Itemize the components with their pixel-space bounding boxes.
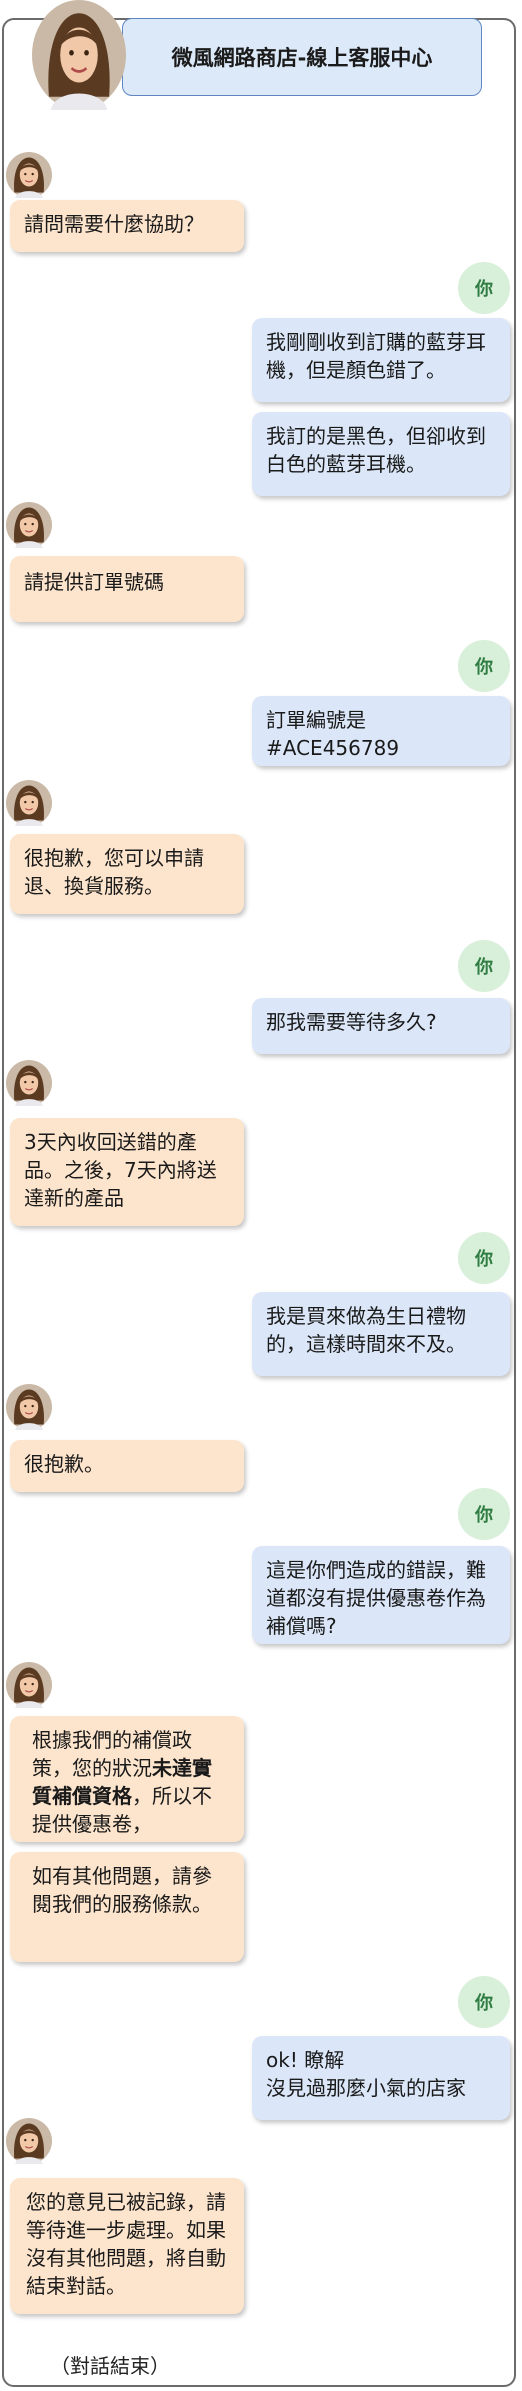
agent-avatar: [5, 2116, 53, 2166]
user-message: 我是買來做為生日禮物的，這樣時間來不及。: [252, 1292, 510, 1376]
agent-message: 您的意見已被記錄，請等待進一步處理。如果沒有其他問題，將自動結束對話。: [10, 2178, 244, 2314]
agent-message: 很抱歉。: [10, 1440, 244, 1492]
agent-message: 很抱歉，您可以申請退、換貨服務。: [10, 834, 244, 914]
agent-message: 請問需要什麼協助？: [10, 200, 244, 252]
agent-message: 根據我們的補償政策，您的狀況未達實質補償資格，所以不提供優惠卷，: [10, 1716, 244, 1842]
agent-message: 如有其他問題，請參閱我們的服務條款。: [10, 1852, 244, 1962]
agent-avatar-header: [30, 0, 128, 112]
user-badge: 你: [458, 262, 510, 314]
user-badge: 你: [458, 1488, 510, 1540]
agent-avatar: [5, 778, 53, 828]
agent-avatar: [5, 1382, 53, 1432]
user-message: 那我需要等待多久?: [252, 998, 510, 1054]
agent-avatar: [5, 1058, 53, 1108]
user-message: 我訂的是黑色，但卻收到白色的藍芽耳機。: [252, 412, 510, 496]
user-badge: 你: [458, 940, 510, 992]
agent-avatar: [5, 500, 53, 550]
user-badge: 你: [458, 1976, 510, 2028]
user-badge: 你: [458, 1232, 510, 1284]
user-message: 我剛剛收到訂購的藍芽耳機，但是顏色錯了。: [252, 318, 510, 402]
agent-message: 3天內收回送錯的產品。之後，7天內將送達新的產品: [10, 1118, 244, 1226]
user-badge: 你: [458, 640, 510, 692]
agent-message: 請提供訂單號碼: [10, 556, 244, 622]
conversation-end-note: （對話結束）: [50, 2354, 170, 2378]
agent-avatar: [5, 150, 53, 200]
user-message: ok! 瞭解 沒見過那麼小氣的店家: [252, 2036, 510, 2120]
chat-header-title: 微風網路商店-線上客服中心: [122, 18, 482, 96]
agent-avatar: [5, 1660, 53, 1710]
user-message: 這是你們造成的錯誤，難道都沒有提供優惠卷作為補償嗎?: [252, 1546, 510, 1644]
user-message: 訂單編號是 #ACE456789: [252, 696, 510, 766]
